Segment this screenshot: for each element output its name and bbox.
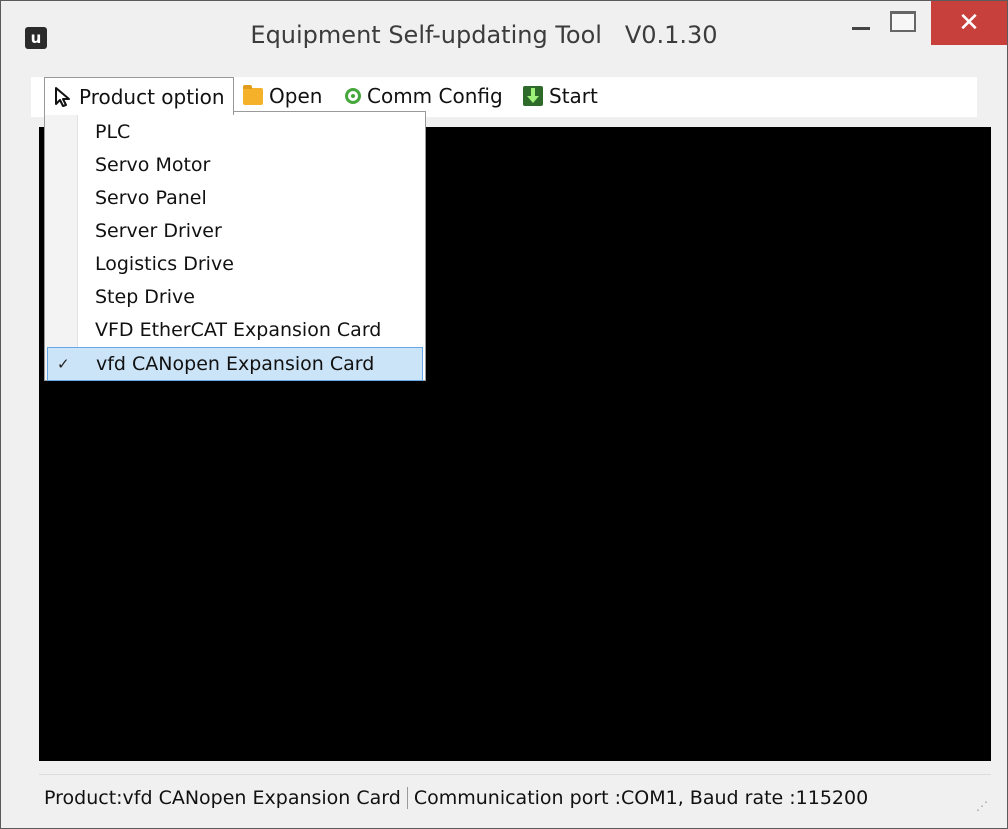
menu-item-label: Servo Motor [95,154,211,176]
menu-item-server-driver[interactable]: Server Driver [47,215,423,247]
menu-comm-config[interactable]: Comm Config [345,77,503,115]
download-start-icon [523,86,543,106]
menu-item-vfd-ethercat-expansion-card[interactable]: VFD EtherCAT Expansion Card [47,314,423,346]
menu-item-label: Servo Panel [95,187,207,209]
product-option-dropdown: PLC Servo Motor Servo Panel Server Drive… [44,111,426,381]
close-icon: ✕ [958,8,980,38]
menu-item-label: VFD EtherCAT Expansion Card [95,319,382,341]
menu-item-servo-panel[interactable]: Servo Panel [47,182,423,214]
menu-start[interactable]: Start [523,77,598,115]
status-communication: Communication port :COM1, Baud rate :115… [413,787,869,809]
folder-icon [243,84,263,105]
menu-item-label: vfd CANopen Expansion Card [96,353,375,375]
pointer-arrow-icon [55,86,70,107]
status-bar: Product:vfd CANopen Expansion Card Commu… [39,774,991,821]
menu-product-option-label: Product option [79,84,225,109]
menu-item-label: PLC [95,121,131,143]
comm-config-icon [345,88,361,104]
close-button[interactable]: ✕ [931,1,1007,45]
menu-open[interactable]: Open [243,77,322,115]
menu-item-plc[interactable]: PLC [47,116,423,148]
menu-item-label: Logistics Drive [95,253,234,275]
menu-item-step-drive[interactable]: Step Drive [47,281,423,313]
check-icon: ✓ [57,355,70,373]
menu-item-label: Step Drive [95,286,195,308]
menu-product-option[interactable]: Product option [44,77,234,115]
minimize-icon [852,26,870,30]
title-bar[interactable]: u Equipment Self-updating Tool V0.1.30 ✕ [1,1,1007,63]
menu-item-servo-motor[interactable]: Servo Motor [47,149,423,181]
menu-item-logistics-drive[interactable]: Logistics Drive [47,248,423,280]
status-product: Product:vfd CANopen Expansion Card [39,787,408,809]
minimize-button[interactable] [841,1,881,41]
resize-grip-icon[interactable]: ⋰ [976,799,988,813]
app-window: u Equipment Self-updating Tool V0.1.30 ✕… [0,0,1008,829]
menu-bar: Product option Open Comm Config Start [31,77,977,117]
menu-item-label: Server Driver [95,220,222,242]
maximize-button[interactable] [883,1,923,41]
menu-comm-config-label: Comm Config [367,84,503,108]
menu-open-label: Open [269,84,323,108]
menu-start-label: Start [549,84,598,108]
menu-item-vfd-canopen-expansion-card[interactable]: ✓ vfd CANopen Expansion Card [47,347,423,381]
maximize-icon [890,10,916,32]
